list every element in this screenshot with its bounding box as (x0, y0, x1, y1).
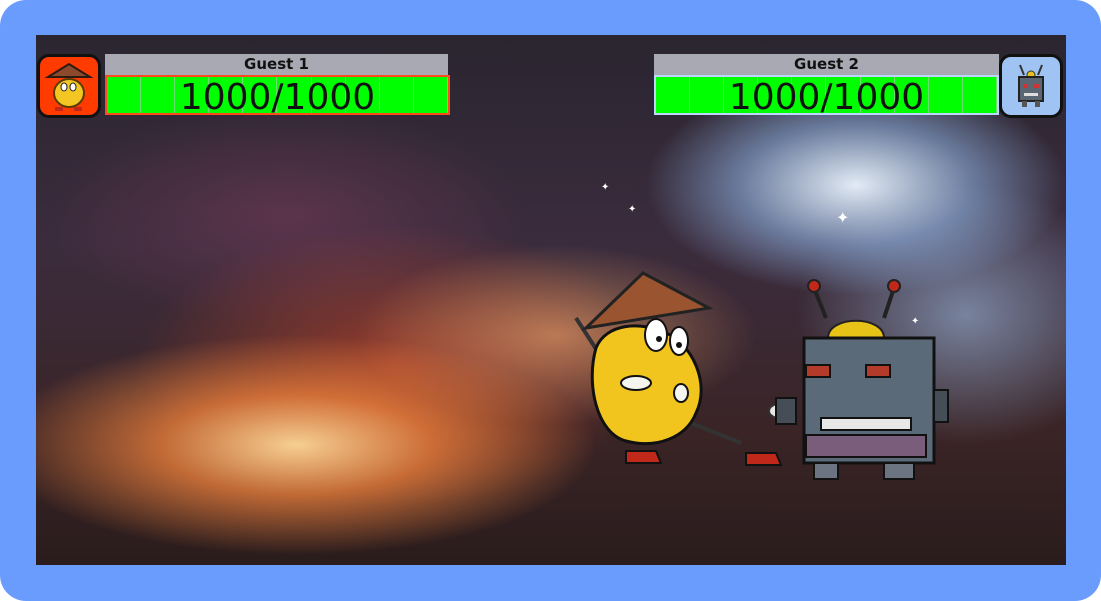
player2-hud: Guest 2 1000/1000 (654, 54, 999, 118)
player2-health-bar: 1000/1000 (654, 75, 999, 118)
player1-name: Guest 1 (105, 54, 448, 75)
robot-fighter (775, 279, 949, 480)
player1-health-text: 1000/1000 (179, 77, 376, 118)
player2-health-text: 1000/1000 (728, 77, 925, 118)
player1-portrait (37, 54, 101, 118)
player1-hud: Guest 1 1000/1000 (105, 54, 450, 118)
star-icon: ✦ (628, 204, 637, 215)
star-icon: ✦ (601, 182, 610, 193)
star-icon: ✦ (836, 208, 850, 227)
game-frame: ✦ ✦ ✦ ✦ Guest 1 1000/1000 Guest 2 1000/1… (0, 0, 1101, 601)
game-scene: ✦ ✦ ✦ ✦ Guest 1 1000/1000 Guest 2 1000/1… (36, 35, 1066, 565)
potato-samurai-icon (40, 57, 98, 115)
robot-icon (1002, 57, 1060, 115)
player2-name: Guest 2 (654, 54, 999, 75)
player1-health-bar: 1000/1000 (105, 75, 450, 118)
player2-portrait (999, 54, 1063, 118)
potato-samurai-fighter (574, 271, 796, 466)
